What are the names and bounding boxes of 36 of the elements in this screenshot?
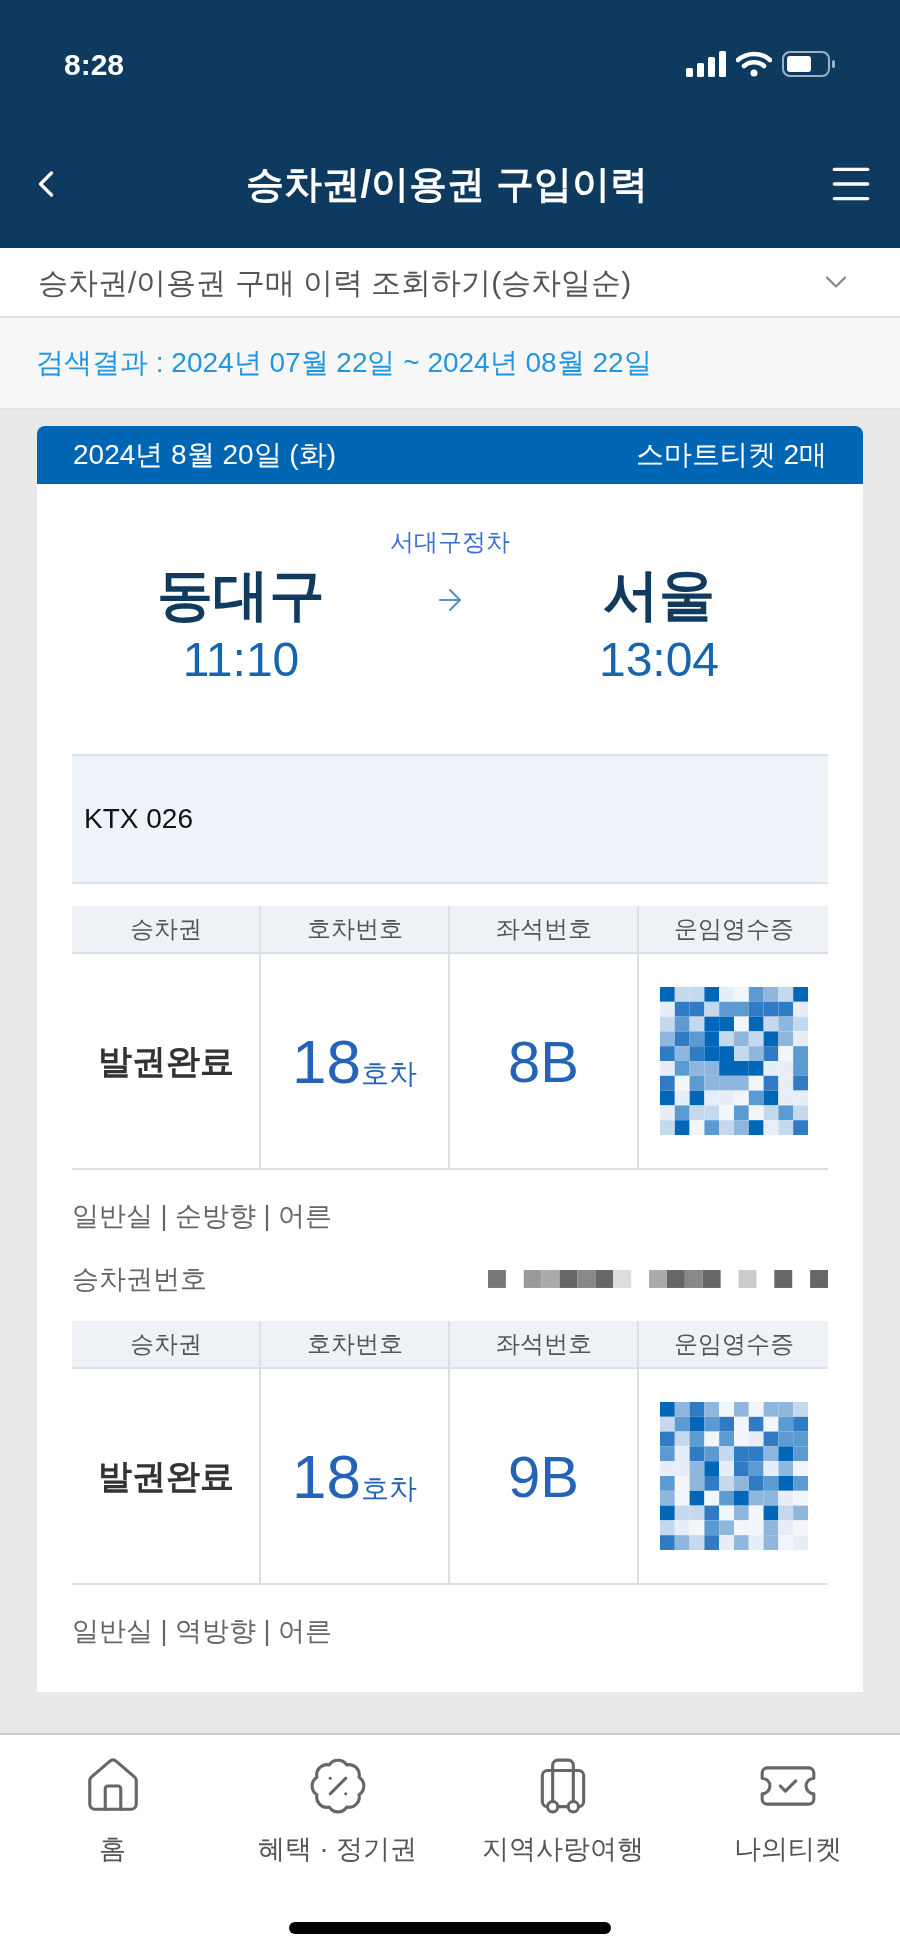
column-header: 좌석번호 bbox=[450, 1321, 639, 1367]
column-header: 호차번호 bbox=[261, 906, 450, 952]
ticket-status: 발권완료 bbox=[97, 1455, 234, 1497]
column-header: 승차권 bbox=[72, 1321, 261, 1367]
status-time: 8:28 bbox=[64, 46, 125, 83]
column-header: 승차권 bbox=[72, 906, 261, 952]
wifi-icon bbox=[736, 51, 772, 77]
arrival-station: 서울 bbox=[603, 562, 715, 628]
arrival-time: 13:04 bbox=[598, 632, 720, 688]
search-result-text: 검색결과 : 2024년 07월 22일 ~ 2024년 08월 22일 bbox=[36, 346, 652, 380]
ticket-status: 발권완료 bbox=[97, 1040, 234, 1082]
departure-time: 11:10 bbox=[182, 632, 300, 688]
via-stop: 서대구정차 bbox=[390, 527, 510, 557]
column-header: 운임영수증 bbox=[639, 1321, 828, 1367]
tab-button[interactable]: 지역사랑여행 bbox=[450, 1755, 675, 1870]
page-title: 승차권/이용권 구입이력 bbox=[246, 161, 648, 207]
seat-number: 9B bbox=[508, 1442, 579, 1511]
ticket-number-label: 승차권번호 bbox=[72, 1262, 207, 1296]
seat-info: 일반실 | 순방향 | 어른 bbox=[72, 1200, 334, 1233]
signal-icon bbox=[686, 51, 726, 77]
tab-button[interactable]: 나의티켓 bbox=[675, 1755, 900, 1870]
travel-date: 2024년 8월 20일 (화) bbox=[73, 438, 336, 472]
car-number: 18호차 bbox=[292, 1440, 417, 1513]
tab-button[interactable]: 혜택 · 정기권 bbox=[225, 1755, 450, 1870]
column-header: 좌석번호 bbox=[450, 906, 639, 952]
departure-station: 동대구 bbox=[157, 562, 325, 628]
train-number: KTX 026 bbox=[84, 802, 193, 836]
seat-info: 일반실 | 역방향 | 어른 bbox=[72, 1615, 334, 1648]
battery-icon bbox=[782, 51, 836, 77]
seat-number: 8B bbox=[508, 1027, 579, 1096]
filter-dropdown[interactable]: 승차권/이용권 구매 이력 조회하기(승차일순) bbox=[0, 248, 900, 318]
tab-button[interactable]: 홈 bbox=[0, 1755, 225, 1870]
column-header: 호차번호 bbox=[261, 1321, 450, 1367]
column-header: 운임영수증 bbox=[639, 906, 828, 952]
ticket-count: 스마트티켓 2매 bbox=[635, 438, 827, 472]
car-number: 18호차 bbox=[292, 1025, 417, 1098]
